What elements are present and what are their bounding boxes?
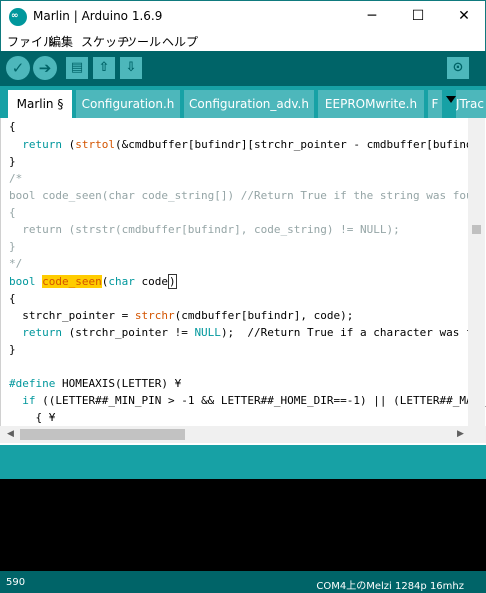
code-line: { bbox=[9, 120, 16, 133]
footer-bar: 590 COM4上のMelzi 1284p 16mhz bbox=[0, 571, 486, 593]
code-token: char bbox=[108, 275, 135, 288]
code-line: return (strtol(&cmdbuffer[bufindr][strch… bbox=[9, 138, 486, 151]
code-token: #define bbox=[9, 377, 56, 390]
menu-tools[interactable]: ツール bbox=[125, 33, 161, 50]
code-token: if bbox=[9, 394, 36, 407]
menu-bar: ファイル 編集 スケッチ ツール ヘルプ bbox=[0, 31, 486, 51]
code-line: } bbox=[9, 343, 16, 356]
maximize-button[interactable]: ☐ bbox=[395, 1, 441, 32]
code-token: NULL bbox=[194, 326, 221, 339]
scroll-left-arrow-icon[interactable]: ◀ bbox=[2, 426, 19, 443]
tab-configuration[interactable]: Configuration.h bbox=[76, 90, 180, 118]
title-bar: ∞ Marlin | Arduino 1.6.9 ─ ☐ ✕ bbox=[0, 0, 486, 31]
code-token: return bbox=[9, 326, 62, 339]
board-info: COM4上のMelzi 1284p 16mhz bbox=[316, 581, 464, 592]
code-line: if ((LETTER##_MIN_PIN > -1 && LETTER##_H… bbox=[9, 394, 486, 407]
code-token-highlight: code_seen bbox=[42, 275, 102, 288]
code-line: } bbox=[9, 155, 16, 168]
code-token: HOMEAXIS(LETTER) ¥ bbox=[55, 377, 182, 390]
serial-monitor-icon[interactable]: ⊙ bbox=[447, 57, 469, 79]
code-line: { ¥ bbox=[9, 411, 56, 424]
menu-sketch[interactable]: スケッチ bbox=[81, 33, 129, 50]
minimize-button[interactable]: ─ bbox=[349, 1, 395, 32]
code-editor[interactable]: { return (strtol(&cmdbuffer[bufindr][str… bbox=[0, 118, 486, 426]
open-sketch-icon[interactable]: ⇧ bbox=[93, 57, 115, 79]
code-line: return (strstr(cmdbuffer[bufindr], code_… bbox=[9, 223, 400, 236]
tab-menu-arrow-icon[interactable] bbox=[446, 96, 456, 103]
matched-paren: ) bbox=[167, 274, 177, 289]
line-number: 590 bbox=[6, 577, 26, 588]
close-button[interactable]: ✕ bbox=[441, 1, 486, 32]
toolbar: ✓ ➔ ▤ ⇧ ⇩ ⊙ bbox=[0, 51, 486, 86]
code-token: return bbox=[9, 138, 62, 151]
code-line: */ bbox=[9, 257, 23, 270]
upload-icon[interactable]: ➔ bbox=[33, 56, 57, 80]
code-line: strchr_pointer = strchr(cmdbuffer[bufind… bbox=[9, 309, 354, 322]
window-title: Marlin | Arduino 1.6.9 bbox=[33, 9, 163, 23]
vertical-scrollbar[interactable] bbox=[468, 118, 485, 426]
tab-eepromwrite[interactable]: EEPROMwrite.h bbox=[318, 90, 424, 118]
code-line: /* bbox=[9, 172, 23, 185]
tab-marlin[interactable]: Marlin § bbox=[8, 90, 72, 118]
code-line: bool code_seen(char code) bbox=[9, 274, 177, 289]
menu-edit[interactable]: 編集 bbox=[49, 33, 73, 50]
save-sketch-icon[interactable]: ⇩ bbox=[120, 57, 142, 79]
horizontal-scroll-thumb[interactable] bbox=[20, 429, 185, 440]
code-line: { bbox=[9, 206, 16, 219]
code-line: return (strchr_pointer != NULL); //Retur… bbox=[9, 326, 486, 339]
menu-help[interactable]: ヘルプ bbox=[162, 33, 198, 50]
tab-bar: Marlin § Configuration.h Configuration_a… bbox=[0, 86, 486, 118]
status-bar bbox=[0, 445, 486, 479]
code-line: } bbox=[9, 240, 16, 253]
menu-file[interactable]: ファイル bbox=[7, 33, 55, 50]
code-line: #define HOMEAXIS(LETTER) ¥ bbox=[9, 375, 181, 392]
code-line: { bbox=[9, 292, 16, 305]
vertical-scroll-thumb[interactable] bbox=[472, 225, 481, 234]
code-token: code bbox=[141, 275, 168, 288]
code-token: bool bbox=[9, 275, 36, 288]
tab-configuration-adv[interactable]: Configuration_adv.h bbox=[184, 90, 314, 118]
console-output[interactable] bbox=[0, 479, 486, 571]
arduino-logo-icon: ∞ bbox=[9, 8, 27, 26]
code-line: bool code_seen(char code_string[]) //Ret… bbox=[9, 189, 486, 202]
tab-jtrac[interactable]: JTrac bbox=[456, 90, 486, 118]
tab-partial[interactable]: F bbox=[428, 90, 442, 118]
code-token: strchr bbox=[134, 309, 175, 322]
new-sketch-icon[interactable]: ▤ bbox=[66, 57, 88, 79]
verify-icon[interactable]: ✓ bbox=[6, 56, 30, 80]
code-token: strtol bbox=[75, 138, 115, 151]
scroll-right-arrow-icon[interactable]: ▶ bbox=[452, 426, 469, 443]
